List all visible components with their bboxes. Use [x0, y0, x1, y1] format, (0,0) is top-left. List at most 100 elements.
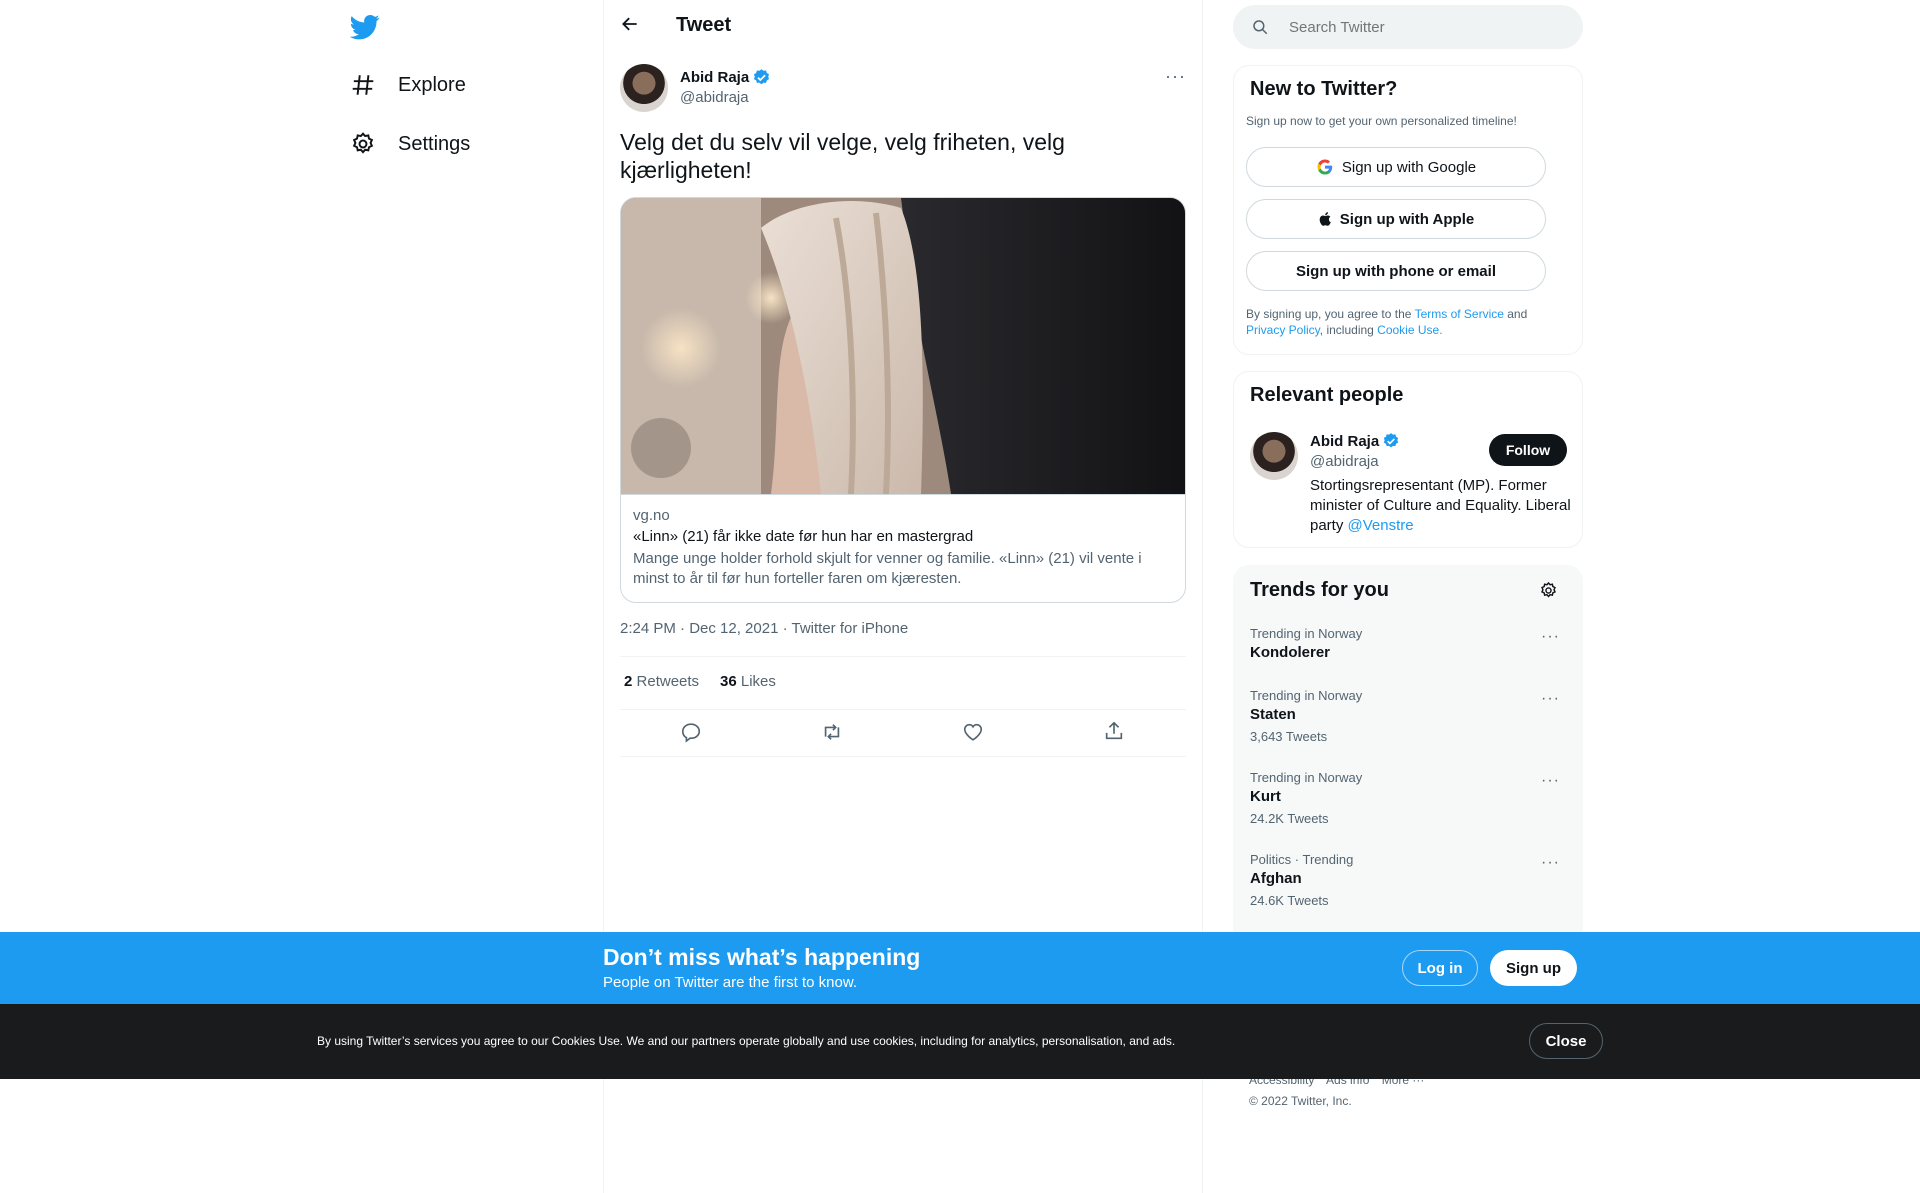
page-title: Tweet	[676, 14, 732, 36]
card-body[interactable]: vg.no «Linn» (21) får ikke date før hun …	[621, 494, 1185, 602]
login-bar-subtitle: People on Twitter are the first to know.	[603, 974, 858, 991]
gear-icon[interactable]	[1539, 581, 1558, 600]
cookie-use-link[interactable]: Cookie Use.	[1377, 323, 1442, 337]
login-label: Log in	[1417, 959, 1463, 977]
footer-copyright: © 2022 Twitter, Inc.	[1249, 1094, 1352, 1108]
search-icon	[1253, 20, 1268, 35]
verified-badge-icon	[754, 69, 770, 85]
trend-more-button[interactable]: ···	[1541, 690, 1560, 708]
reply-icon[interactable]	[680, 721, 702, 743]
nav-item-label: Settings	[398, 132, 471, 155]
heart-icon[interactable]	[962, 721, 984, 743]
signup-apple-button[interactable]: Sign up with Apple	[1246, 199, 1546, 239]
signup-panel: New to Twitter? Sign up now to get your …	[1233, 65, 1583, 355]
card-title: «Linn» (21) får ikke date før hun har en…	[633, 528, 974, 545]
trend-item[interactable]: Trending in Norway Staten 3,643 Tweets ·…	[1250, 688, 1568, 744]
tweet-text: Velg det du selv vil velge, velg frihete…	[620, 129, 1065, 183]
trend-count: 24.6K Tweets	[1250, 893, 1329, 908]
avatar[interactable]	[1250, 432, 1298, 480]
more-horizontal-icon[interactable]: ···	[1165, 66, 1186, 86]
card-image[interactable]	[621, 198, 1185, 494]
search-input[interactable]	[1289, 18, 1549, 36]
person-name[interactable]: Abid Raja	[1310, 433, 1379, 450]
author-name-row[interactable]: Abid Raja	[680, 68, 771, 87]
signup-google-button[interactable]: Sign up with Google	[1246, 147, 1546, 187]
retweets-label: Retweets	[636, 673, 700, 690]
signup-subtitle: Sign up now to get your own personalized…	[1246, 114, 1517, 128]
more-horizontal-icon[interactable]: ···	[1541, 628, 1560, 645]
trend-more-button[interactable]: ···	[1541, 854, 1560, 872]
legal-and: and	[1503, 307, 1528, 321]
relevant-people-panel: Relevant people Abid Raja @abidraja Foll…	[1233, 371, 1583, 548]
more-horizontal-icon[interactable]: ···	[1541, 854, 1560, 871]
divider	[620, 756, 1186, 757]
retweet-button[interactable]	[821, 721, 843, 748]
cookie-text: By using Twitter’s services you agree to…	[317, 1034, 1176, 1048]
signup-legal-text: By signing up, you agree to the Terms of…	[1246, 306, 1566, 338]
person-handle[interactable]: @abidraja	[1310, 453, 1379, 470]
like-button[interactable]	[962, 721, 984, 748]
trends-title: Trends for you	[1250, 579, 1389, 601]
gear-icon	[352, 132, 374, 154]
legal-prefix: By signing up, you agree to the	[1246, 307, 1415, 321]
avatar[interactable]	[620, 64, 668, 112]
link-card[interactable]: vg.no «Linn» (21) får ikke date før hun …	[620, 197, 1186, 603]
share-button[interactable]	[1103, 720, 1125, 747]
signup-apple-label: Sign up with Apple	[1339, 210, 1475, 228]
reply-button[interactable]	[680, 721, 702, 748]
terms-link[interactable]: Terms of Service	[1415, 307, 1504, 321]
retweets-stat[interactable]: 2 Retweets	[624, 673, 699, 690]
back-button[interactable]	[620, 14, 640, 39]
twitter-bird-icon[interactable]	[350, 12, 380, 42]
follow-button[interactable]: Follow	[1489, 434, 1567, 466]
person-name-row[interactable]: Abid Raja	[1310, 432, 1400, 450]
search-box[interactable]	[1233, 5, 1583, 49]
trend-context: Politics · Trending	[1250, 852, 1354, 867]
share-icon[interactable]	[1103, 720, 1125, 742]
retweet-icon[interactable]	[821, 721, 843, 743]
signup-phone-email-button[interactable]: Sign up with phone or email	[1246, 251, 1546, 291]
divider	[620, 709, 1186, 710]
more-options-button[interactable]: ···	[1165, 66, 1186, 87]
trend-item[interactable]: Politics · Trending Afghan 24.6K Tweets …	[1250, 852, 1568, 908]
retweets-count: 2	[624, 673, 633, 690]
likes-label: Likes	[740, 673, 776, 690]
twitter-logo[interactable]	[350, 12, 380, 47]
privacy-link[interactable]: Privacy Policy	[1246, 323, 1320, 337]
card-description: Mange unge holder forhold skjult for ven…	[633, 550, 1142, 587]
trend-name: Kurt	[1250, 788, 1281, 805]
likes-count: 36	[720, 673, 737, 690]
trend-more-button[interactable]: ···	[1541, 628, 1560, 646]
author-name[interactable]: Abid Raja	[680, 69, 749, 86]
trend-context: Trending in Norway	[1250, 626, 1363, 641]
card-domain: vg.no	[633, 507, 670, 524]
arrow-left-icon[interactable]	[620, 14, 640, 34]
verified-badge-icon	[1384, 433, 1399, 448]
signup-button[interactable]: Sign up	[1490, 950, 1577, 986]
login-button[interactable]: Log in	[1402, 950, 1478, 986]
person-bio: Stortingsrepresentant (MP). Former minis…	[1310, 476, 1572, 536]
trend-more-button[interactable]: ···	[1541, 772, 1560, 790]
trends-settings-button[interactable]	[1539, 581, 1558, 605]
trend-item[interactable]: Trending in Norway Kurt 24.2K Tweets ···	[1250, 770, 1568, 826]
more-horizontal-icon[interactable]: ···	[1541, 690, 1560, 707]
relevant-people-title: Relevant people	[1250, 384, 1404, 406]
trend-name: Kondolerer	[1250, 644, 1331, 661]
signup-phone-label: Sign up with phone or email	[1295, 262, 1496, 280]
signup-title: New to Twitter?	[1250, 78, 1398, 100]
venstre-link[interactable]: @Venstre	[1348, 517, 1414, 534]
trends-panel: Trends for you Trending in Norway Kondol…	[1233, 565, 1583, 965]
nav-item-explore[interactable]: Explore	[350, 72, 466, 98]
follow-label: Follow	[1505, 442, 1551, 458]
nav-item-settings[interactable]: Settings	[350, 131, 470, 157]
author-handle[interactable]: @abidraja	[680, 89, 749, 106]
likes-stat[interactable]: 36 Likes	[720, 673, 776, 690]
google-icon	[1317, 159, 1333, 175]
tweet-timestamp[interactable]: 2:24 PM · Dec 12, 2021 · Twitter for iPh…	[620, 620, 908, 637]
trend-count: 24.2K Tweets	[1250, 811, 1329, 826]
login-prompt-bar: Don’t miss what’s happening People on Tw…	[0, 932, 1920, 1004]
cookie-close-button[interactable]: Close	[1529, 1023, 1603, 1059]
hashtag-icon	[352, 75, 374, 95]
trend-item[interactable]: Trending in Norway Kondolerer ···	[1250, 626, 1568, 661]
more-horizontal-icon[interactable]: ···	[1541, 772, 1560, 789]
